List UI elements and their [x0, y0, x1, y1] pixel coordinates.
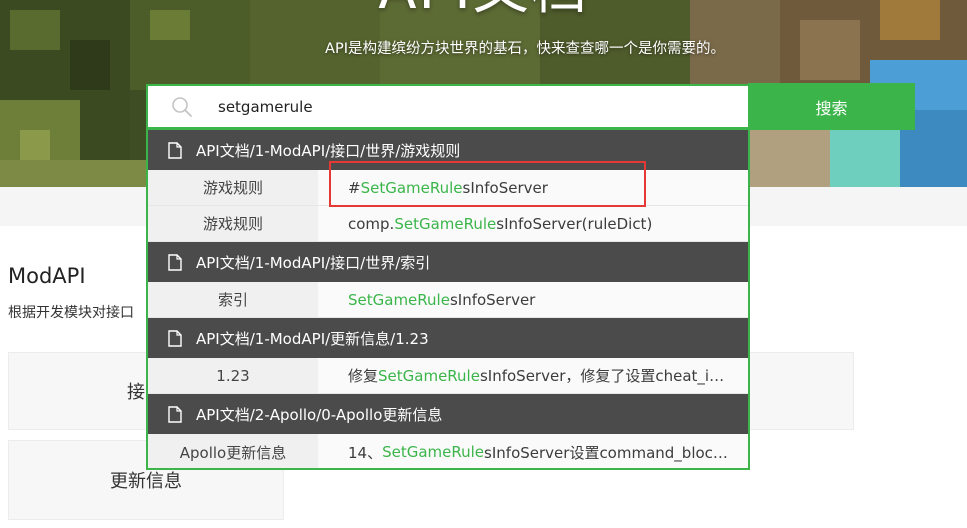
search-box [146, 84, 750, 129]
result-item[interactable]: 索引 SetGameRule sInfoServer [148, 282, 748, 318]
result-suffix: sInfoServer，修复了设置cheat_i… [479, 367, 725, 385]
card-interface-label: 接 [127, 382, 145, 403]
result-match-highlight: SetGameRule [360, 178, 463, 197]
result-group-path: API文档/1-ModAPI/接口/世界/索引 [196, 253, 431, 272]
section-description: 根据开发模块对接口 [8, 305, 134, 321]
result-group-header: API文档/1-ModAPI/接口/世界/索引 [148, 242, 748, 282]
result-group-header: API文档/1-ModAPI/接口/世界/游戏规则 [148, 130, 748, 170]
result-item[interactable]: Apollo更新信息 14、 SetGameRule sInfoServer设置com… [148, 434, 748, 468]
result-category: 游戏规则 [148, 170, 318, 205]
result-group-header: API文档/1-ModAPI/更新信息/1.23 [148, 318, 748, 358]
result-item[interactable]: 1.23 修复 SetGameRule sInfoServer，修复了设置cheat_… [148, 358, 748, 394]
result-prefix: 14、 [348, 443, 383, 462]
result-category: 游戏规则 [148, 206, 318, 241]
result-match-highlight: SetGameRule [348, 290, 450, 309]
search-suggestions-dropdown: API文档/1-ModAPI/接口/世界/游戏规则 游戏规则 # SetGameRu… [146, 128, 750, 470]
result-snippet[interactable]: 修复 SetGameRule sInfoServer，修复了设置cheat_i… [318, 358, 748, 393]
document-icon [168, 405, 182, 423]
result-suffix: sInfoServer [449, 290, 536, 309]
search-input[interactable] [218, 95, 718, 119]
result-match-highlight: SetGameRule [378, 366, 480, 385]
search-button[interactable]: 搜索 [748, 83, 915, 130]
result-group-path: API文档/1-ModAPI/更新信息/1.23 [196, 329, 429, 348]
result-suffix: sInfoServer(ruleDict) [496, 214, 653, 233]
result-suffix: sInfoServer [462, 178, 548, 197]
result-match-highlight: SetGameRule [394, 214, 497, 233]
hero-title: API文档 [0, 0, 967, 18]
result-match-highlight: SetGameRule [382, 443, 485, 461]
result-prefix: 修复 [348, 367, 379, 385]
document-icon [168, 253, 182, 271]
document-icon [168, 141, 182, 159]
result-item[interactable]: 游戏规则 comp. SetGameRule sInfoServer(ruleDict… [148, 206, 748, 242]
result-snippet[interactable]: 14、 SetGameRule sInfoServer设置command_bloc… [318, 434, 748, 468]
result-prefix: comp. [348, 214, 395, 233]
result-category: 索引 [148, 282, 318, 317]
section-title: ModAPI [8, 264, 86, 288]
result-item[interactable]: 游戏规则 # SetGameRule sInfoServer [148, 170, 748, 206]
hero-subtitle: API是构建缤纷方块世界的基石，快来查查哪一个是你需要的。 [325, 41, 725, 57]
result-group-header: API文档/2-Apollo/0-Apollo更新信息 [148, 394, 748, 434]
card-update-label: 更新信息 [110, 471, 182, 492]
document-icon [168, 329, 182, 347]
result-snippet[interactable]: comp. SetGameRule sInfoServer(ruleDict) [318, 206, 748, 241]
result-group-path: API文档/2-Apollo/0-Apollo更新信息 [196, 405, 443, 424]
result-group-path: API文档/1-ModAPI/接口/世界/游戏规则 [196, 141, 461, 160]
result-suffix: sInfoServer设置command_bloc… [484, 443, 728, 462]
result-category: 1.23 [148, 358, 318, 393]
search-icon [172, 97, 192, 117]
result-category: Apollo更新信息 [148, 434, 318, 468]
result-snippet[interactable]: SetGameRule sInfoServer [318, 282, 748, 317]
result-snippet[interactable]: # SetGameRule sInfoServer [318, 170, 748, 205]
result-prefix: # [348, 178, 361, 197]
